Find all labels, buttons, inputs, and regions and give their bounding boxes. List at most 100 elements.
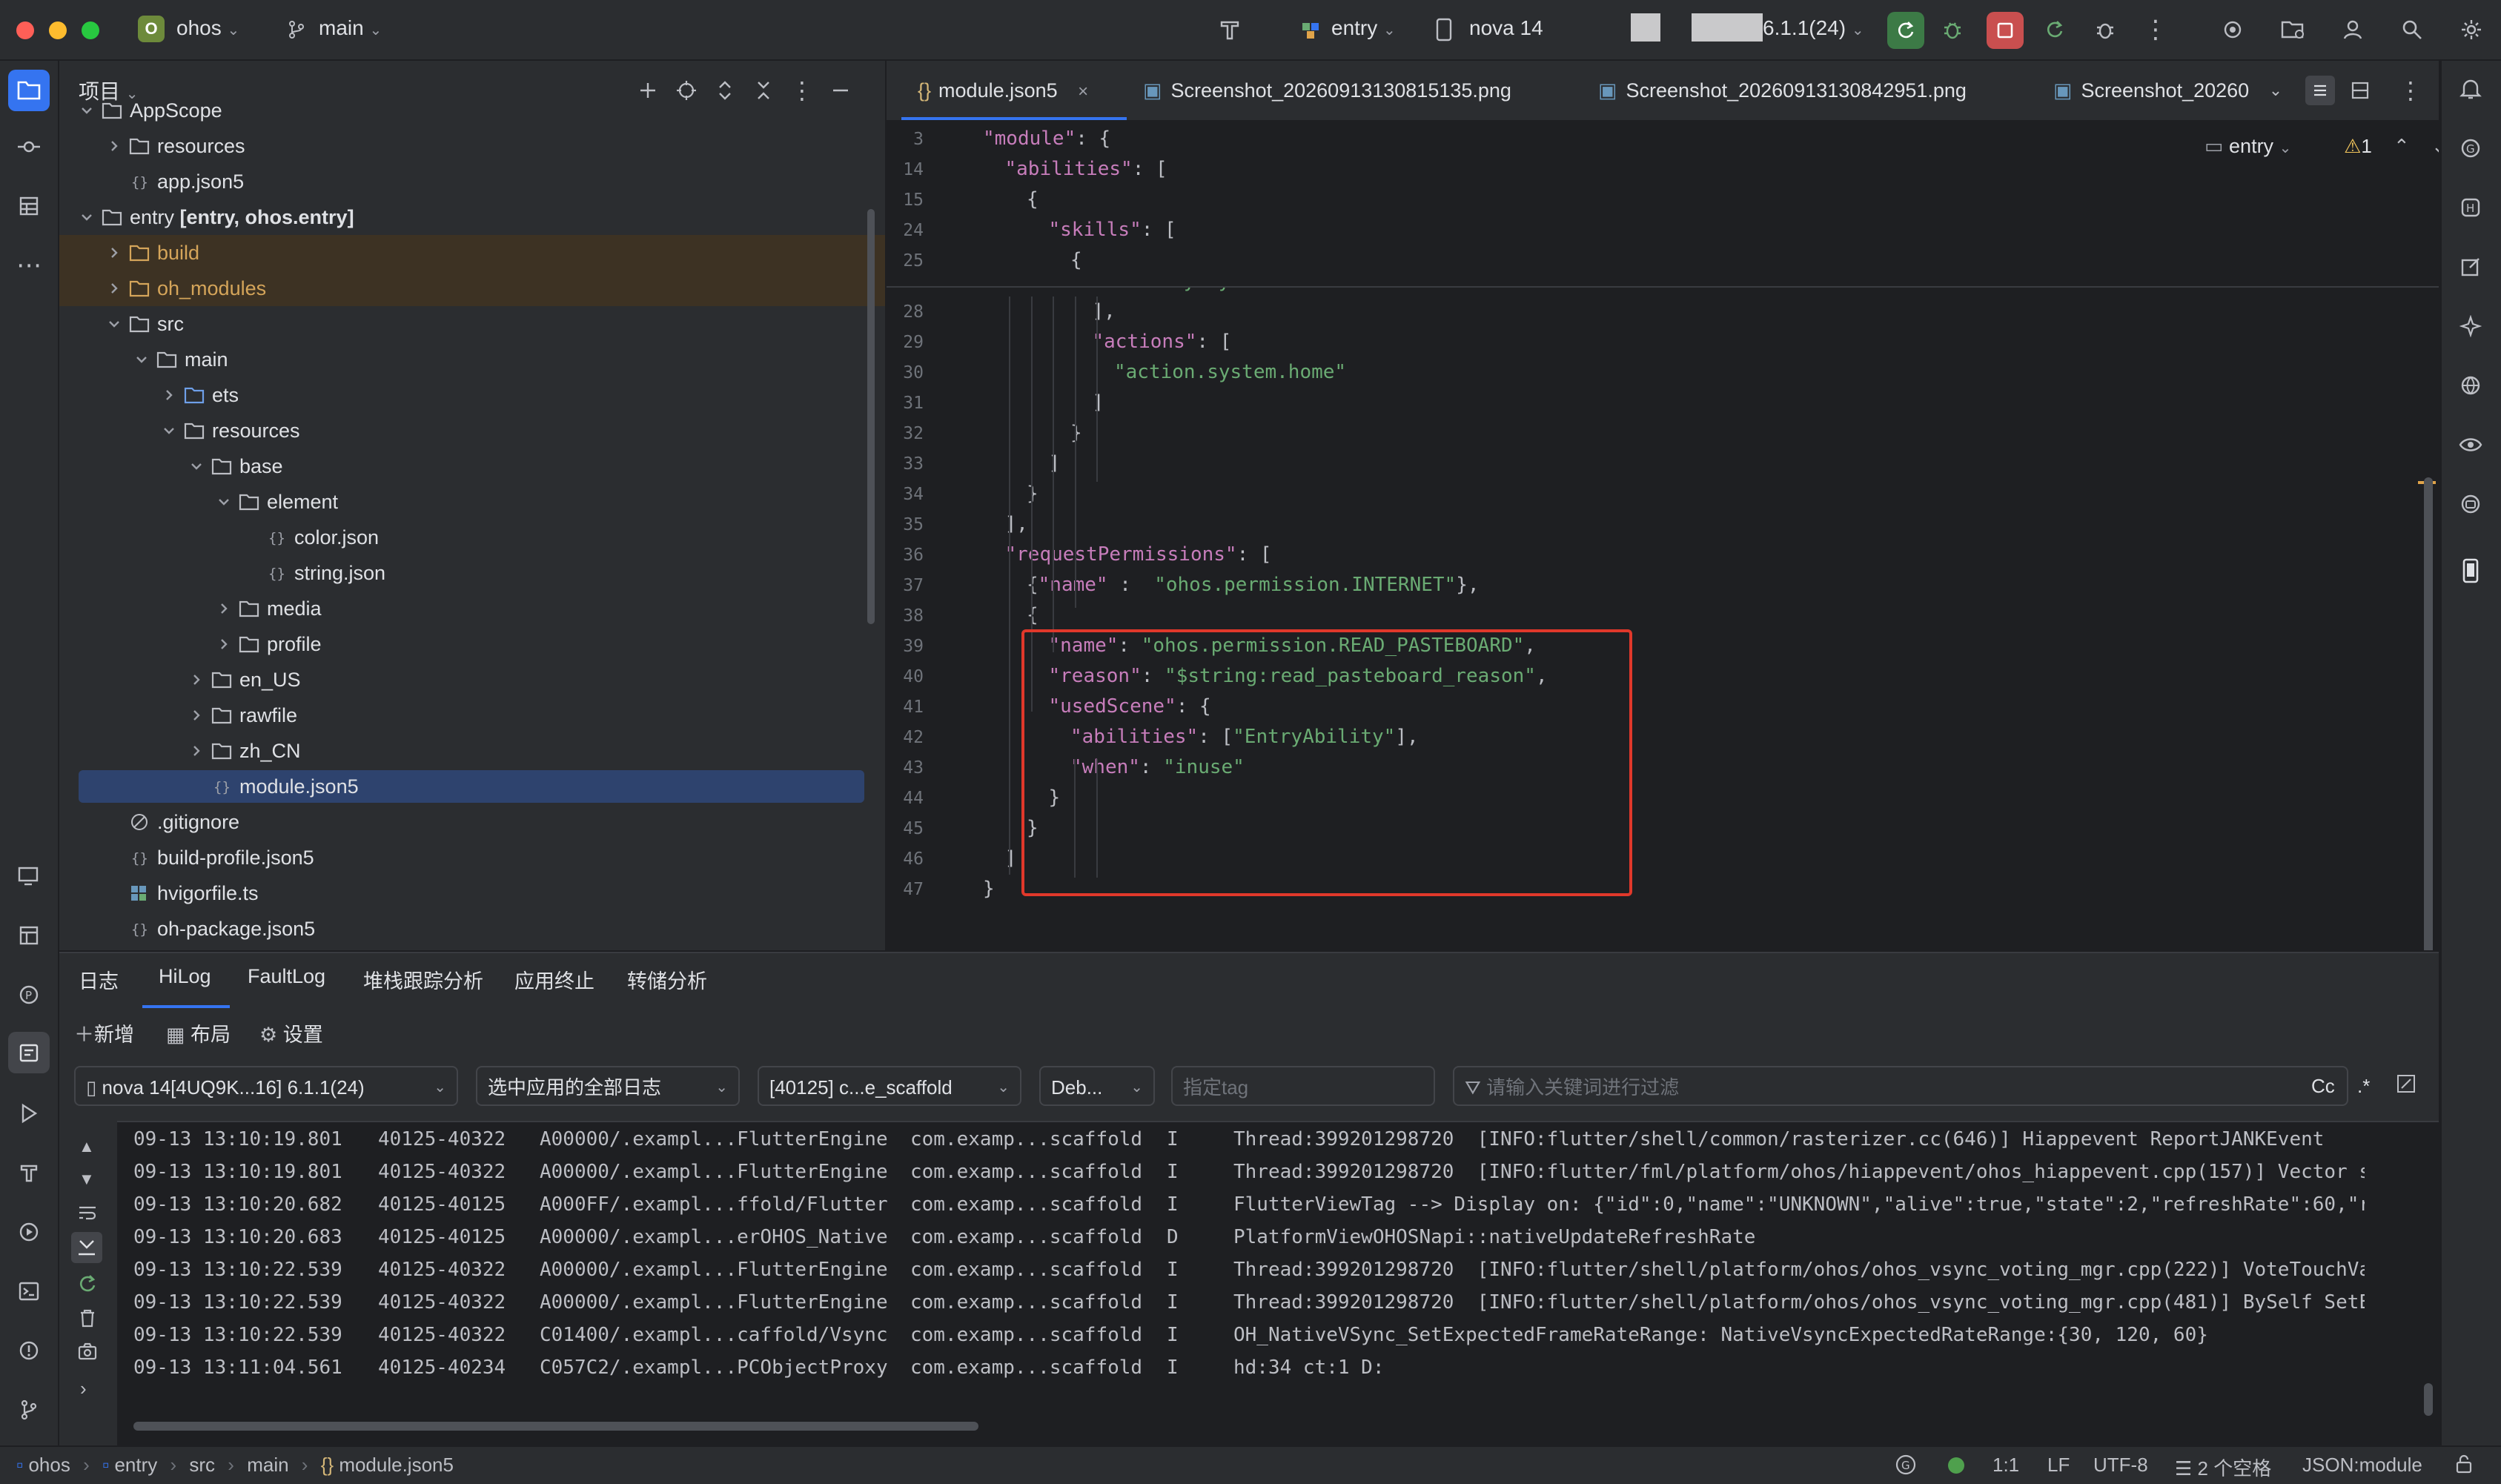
layout-button[interactable]: ▦ 布局	[166, 1018, 231, 1047]
log-line[interactable]: 09-13 13:10:22.539 40125-40322 C01400/.exa…	[59, 1324, 2365, 1354]
breadcrumb-entry[interactable]: entry	[114, 1454, 157, 1476]
chevron-right-icon[interactable]	[188, 742, 205, 760]
tab-hilog[interactable]: HiLog	[159, 965, 211, 988]
keyword-filter-input[interactable]: ⛛ 请输入关键词进行过滤	[1453, 1066, 2348, 1106]
log-line[interactable]: 09-13 13:10:22.539 40125-40322 A00000/.exa…	[59, 1259, 2365, 1288]
tree-item[interactable]: {} string.json	[59, 555, 885, 591]
search-icon[interactable]	[2397, 15, 2427, 44]
codegenie-status-icon[interactable]: G	[1895, 1454, 1917, 1476]
apply-changes-icon[interactable]	[2040, 15, 2070, 44]
run-config-selector[interactable]: entry ⌄	[1331, 16, 1396, 40]
close-tab-icon[interactable]: ×	[1078, 82, 1088, 102]
next-highlight-icon[interactable]: ⌄	[2431, 135, 2439, 157]
tab-screenshot-2[interactable]: ▣ Screenshot_20260913130842951.png	[1583, 61, 1967, 120]
stop-button[interactable]	[1987, 12, 2024, 49]
json-schema[interactable]: JSON:module	[2302, 1454, 2422, 1477]
log-vertical-scrollbar[interactable]	[2424, 1383, 2433, 1416]
more-tools-icon[interactable]: ⋯	[14, 251, 44, 280]
log-line[interactable]: 09-13 13:11:04.561 40125-40234 C057C2/.exa…	[59, 1357, 2365, 1386]
settings-gear-icon[interactable]	[2457, 15, 2486, 44]
device-file-icon[interactable]	[14, 861, 44, 891]
run-reload-button[interactable]	[1887, 12, 1924, 49]
chevron-down-icon[interactable]	[78, 102, 96, 119]
window-minimize-button[interactable]	[49, 21, 67, 39]
build-hammer-icon[interactable]	[1216, 15, 1245, 44]
hvigor-icon[interactable]: H	[2456, 193, 2485, 222]
tree-scrollbar[interactable]	[867, 209, 875, 624]
tab-stack-trace-analysis[interactable]: 堆栈跟踪分析	[363, 965, 483, 994]
tree-item[interactable]: element	[59, 484, 885, 520]
chevron-down-icon[interactable]	[215, 493, 233, 511]
sync-status-dot[interactable]	[1948, 1457, 1964, 1474]
previewer-eye-icon[interactable]	[2456, 430, 2485, 460]
chevron-down-icon[interactable]	[105, 315, 123, 333]
profiler-icon[interactable]: P	[14, 980, 44, 1010]
attach-debugger-icon[interactable]	[2090, 15, 2120, 44]
commit-icon[interactable]	[14, 132, 44, 162]
window-close-button[interactable]	[16, 21, 34, 39]
tab-dump-analysis[interactable]: 转储分析	[627, 965, 707, 994]
tree-item[interactable]: rawfile	[59, 698, 885, 733]
tree-item[interactable]: resources	[59, 413, 885, 448]
tree-item[interactable]: src	[59, 306, 885, 342]
edit-note-icon[interactable]	[2456, 252, 2485, 282]
chevron-right-icon[interactable]	[105, 244, 123, 262]
log-line[interactable]: 09-13 13:10:19.801 40125-40322 A00000/.exa…	[59, 1161, 2365, 1190]
line-ending[interactable]: LF	[2047, 1454, 2070, 1477]
notifications-bell-icon[interactable]	[2456, 74, 2485, 104]
tree-item[interactable]: zh_CN	[59, 733, 885, 769]
tree-item[interactable]: en_US	[59, 662, 885, 698]
ai-assistant-icon[interactable]	[2456, 311, 2485, 341]
split-view-icon[interactable]	[2345, 76, 2375, 105]
tab-log[interactable]: 日志	[79, 965, 119, 994]
breadcrumb-ohos[interactable]: ohos	[28, 1454, 70, 1476]
chevron-right-icon[interactable]	[215, 635, 233, 653]
target-icon[interactable]	[2218, 15, 2247, 44]
project-switcher[interactable]: ohos ⌄	[176, 16, 239, 40]
chevron-down-icon[interactable]	[78, 208, 96, 226]
tag-filter-input[interactable]: 指定tag	[1171, 1066, 1435, 1106]
chevron-down-icon[interactable]	[188, 457, 205, 475]
window-zoom-button[interactable]	[82, 21, 99, 39]
tree-item[interactable]: base	[59, 448, 885, 484]
chevron-down-icon[interactable]	[133, 351, 150, 368]
chevron-right-icon[interactable]	[188, 671, 205, 689]
regex-toggle[interactable]: .*	[2357, 1075, 2370, 1098]
process-dropdown[interactable]: [40125] c...e_scaffold ⌄	[758, 1066, 1021, 1106]
tree-item[interactable]: media	[59, 591, 885, 626]
more-vertical-icon[interactable]: ⋮	[2141, 15, 2170, 44]
device-dropdown[interactable]: ▯ nova 14[4UQ9K...16] 6.1.1(24) ⌄	[74, 1066, 458, 1106]
chevron-down-icon[interactable]	[160, 422, 178, 440]
device-selector[interactable]: nova 14	[1469, 16, 1543, 40]
tree-item[interactable]: oh_modules	[59, 271, 885, 306]
problems-icon[interactable]	[14, 1336, 44, 1365]
log-line[interactable]: 09-13 13:10:22.539 40125-40322 A00000/.exa…	[59, 1291, 2365, 1321]
account-icon[interactable]	[2338, 15, 2368, 44]
tree-item[interactable]: build	[59, 235, 885, 271]
editor-scrollbar[interactable]	[2424, 477, 2433, 950]
tree-item[interactable]: entry [entry, ohos.entry]	[59, 199, 885, 235]
device-version[interactable]: 6.1.1(24) ⌄	[1763, 16, 1864, 40]
services-icon[interactable]	[14, 1217, 44, 1247]
tree-item[interactable]: {} build-profile.json5	[59, 840, 885, 875]
log-line[interactable]: 09-13 13:10:20.683 40125-40125 A00000/.exa…	[59, 1226, 2365, 1256]
tree-item[interactable]: {} app.json5	[59, 164, 885, 199]
soft-wrap-icon[interactable]	[2396, 1073, 2416, 1094]
breadcrumb-main[interactable]: main	[247, 1454, 288, 1476]
tree-item[interactable]: .gitignore	[59, 804, 885, 840]
device-manager-icon[interactable]	[2279, 15, 2308, 44]
chevron-right-icon[interactable]	[160, 386, 178, 404]
lock-icon[interactable]	[2454, 1454, 2474, 1474]
device-preview-phone-icon[interactable]	[2456, 556, 2485, 586]
tree-item[interactable]: hvigorfile.ts	[59, 875, 885, 911]
codegenie-icon[interactable]: G	[2456, 133, 2485, 163]
tab-module-json5[interactable]: {} module.json5 ×	[901, 61, 1127, 120]
previous-highlight-icon[interactable]: ⌃	[2394, 135, 2410, 157]
tree-item[interactable]: {} color.json	[59, 520, 885, 555]
branch-switcher[interactable]: main ⌄	[319, 16, 382, 40]
tree-item[interactable]: profile	[59, 626, 885, 662]
new-log-button[interactable]: ＋新增	[74, 1018, 134, 1047]
tree-item[interactable]: AppScope	[59, 93, 885, 128]
chevron-right-icon[interactable]	[188, 706, 205, 724]
structure-icon[interactable]	[14, 191, 44, 221]
